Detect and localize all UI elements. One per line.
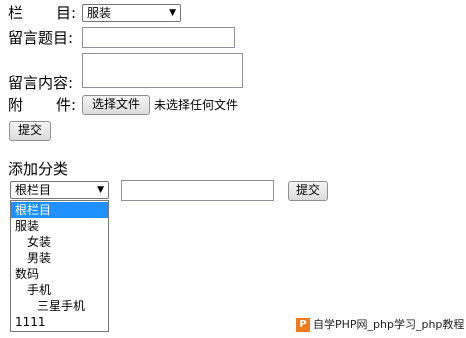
dropdown-option[interactable]: 手机 — [11, 282, 108, 298]
add-category-heading: 添加分类 — [8, 160, 69, 178]
choose-file-button[interactable]: 选择文件 — [82, 95, 150, 115]
content-label: 留言内容: — [8, 74, 74, 92]
column-label: 栏 目: — [8, 4, 76, 22]
attachment-label-left: 附 — [8, 96, 24, 114]
column-select-value: 服装 — [87, 6, 112, 20]
category-dropdown-list[interactable]: 根栏目 服装 女装 男装 数码 手机 三星手机 1111 — [10, 200, 109, 332]
title-label: 留言题目: — [8, 29, 74, 47]
category-name-input[interactable] — [121, 180, 274, 201]
dropdown-option[interactable]: 数码 — [11, 266, 108, 282]
watermark-logo-icon: P — [296, 318, 310, 332]
parent-category-select[interactable]: 根栏目 ▼ — [10, 181, 109, 199]
title-input[interactable] — [82, 27, 235, 48]
dropdown-option[interactable]: 三星手机 — [11, 298, 108, 314]
chevron-down-icon: ▼ — [97, 185, 104, 195]
add-category-submit-button[interactable]: 提交 — [288, 181, 328, 201]
submit-button[interactable]: 提交 — [9, 121, 51, 141]
dropdown-option[interactable]: 1111 — [11, 314, 108, 330]
attachment-label: 附 件: — [8, 96, 76, 114]
file-status: 未选择任何文件 — [154, 98, 239, 112]
chevron-down-icon: ▼ — [169, 8, 176, 18]
watermark: P 自学PHP网_php学习_php教程 — [296, 316, 466, 334]
dropdown-option[interactable]: 男装 — [11, 250, 108, 266]
content-textarea[interactable] — [82, 53, 243, 88]
watermark-text: 自学PHP网_php学习_php教程 — [313, 318, 465, 331]
column-label-right: 目: — [55, 4, 76, 22]
parent-category-select-value: 根栏目 — [15, 183, 52, 197]
dropdown-option[interactable]: 女装 — [11, 234, 108, 250]
dropdown-option[interactable]: 服装 — [11, 218, 108, 234]
dropdown-option[interactable]: 根栏目 — [11, 202, 108, 218]
column-select[interactable]: 服装 ▼ — [82, 4, 181, 22]
attachment-label-right: 件: — [55, 96, 76, 114]
column-label-left: 栏 — [8, 4, 24, 22]
